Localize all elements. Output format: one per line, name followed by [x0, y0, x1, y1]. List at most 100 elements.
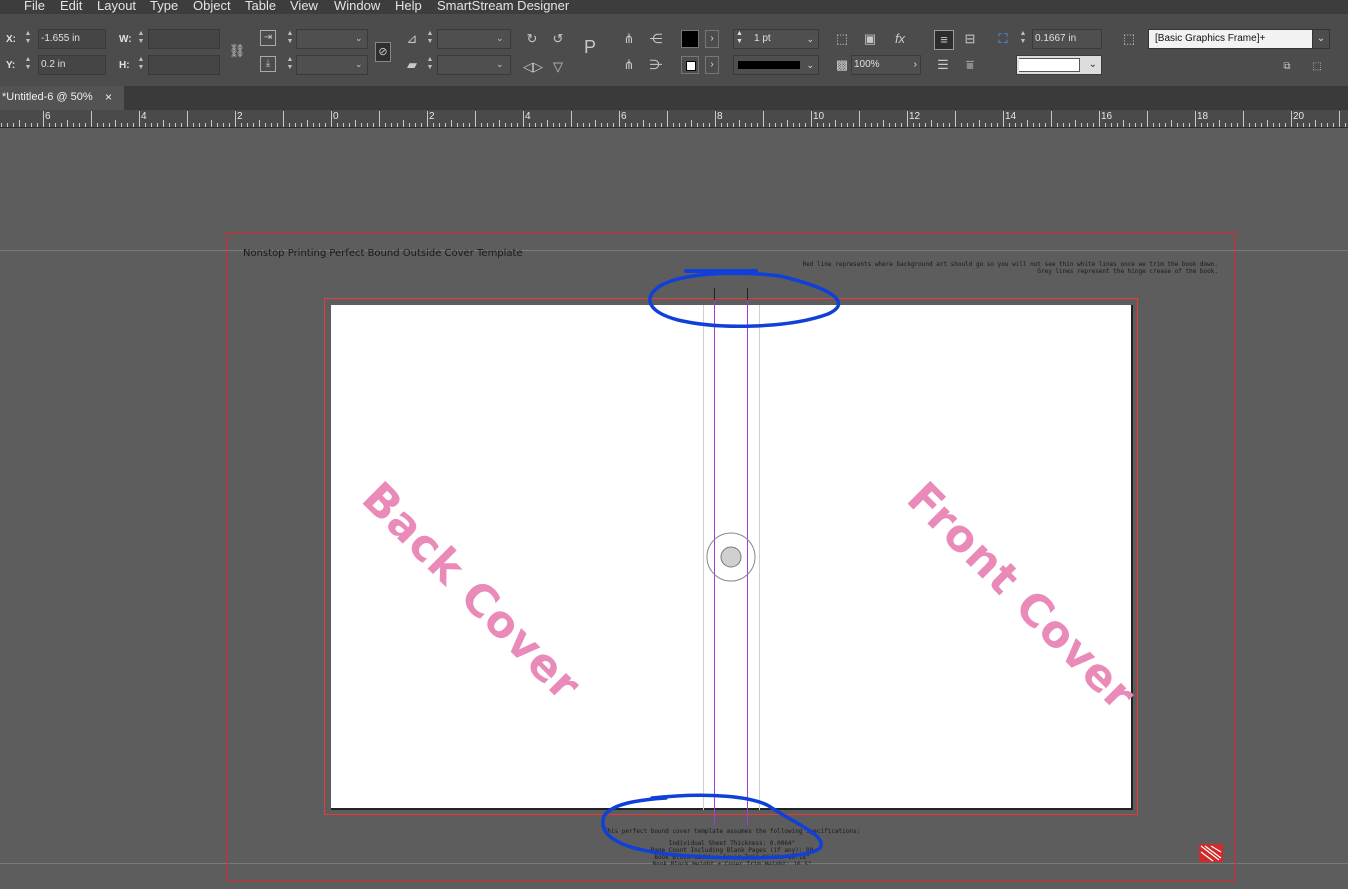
stroke-type-preview	[738, 61, 800, 69]
ruler-tick	[889, 123, 890, 127]
menu-window[interactable]: Window	[334, 0, 380, 13]
menu-file[interactable]: File	[24, 0, 45, 13]
chevron-down-icon[interactable]: ⌄	[496, 33, 504, 44]
menu-object[interactable]: Object	[193, 0, 231, 13]
link-icon[interactable]: ⊘	[375, 42, 391, 62]
ruler-number: 4	[525, 111, 531, 122]
ruler-tick	[787, 120, 788, 127]
stroke-type-dropdown[interactable]: ⌄	[733, 55, 819, 75]
y-field[interactable]: 0.2 in	[38, 55, 106, 75]
ruler-tick	[199, 123, 200, 127]
flip-vertical-icon[interactable]: ▽	[549, 58, 567, 76]
fitting-field[interactable]: 0.1667 in	[1032, 29, 1102, 49]
ruler-tick	[499, 120, 500, 127]
menu-type[interactable]: Type	[150, 0, 178, 13]
menu-smartstream[interactable]: SmartStream Designer	[437, 0, 569, 13]
ruler-tick	[151, 123, 152, 127]
ruler-tick	[493, 123, 494, 127]
w-field[interactable]	[148, 29, 220, 49]
select-previous-icon[interactable]: ⋲	[647, 30, 665, 48]
ruler-tick	[1027, 120, 1028, 127]
wrap-jump-object-icon[interactable]: ⩸	[961, 56, 979, 74]
ruler-tick	[1093, 123, 1094, 127]
ruler-tick	[583, 123, 584, 127]
chevron-down-icon[interactable]: ⌄	[355, 33, 363, 44]
tab-untitled-6[interactable]: *Untitled-6 @ 50% ×	[0, 86, 124, 110]
scale-y-spinner[interactable]: ▲ ▼	[285, 56, 295, 74]
wrap-object-shape-icon[interactable]: ☰	[934, 56, 952, 74]
h-field[interactable]	[148, 55, 220, 75]
opacity-arrow[interactable]: ›	[914, 56, 917, 74]
effects-icon[interactable]: fx	[891, 30, 909, 48]
x-field[interactable]: -1.655 in	[38, 29, 106, 49]
menu-help[interactable]: Help	[395, 0, 422, 13]
ruler-number: 8	[717, 111, 723, 122]
chevron-down-icon[interactable]: ⌄	[1312, 30, 1329, 48]
ruler-tick	[511, 123, 512, 127]
paragraph-icon[interactable]: P	[581, 38, 599, 56]
ruler-tick	[193, 123, 194, 127]
ruler-tick	[697, 123, 698, 127]
w-label: W:	[119, 34, 132, 45]
template-title: Nonstop Printing Perfect Bound Outside C…	[243, 248, 523, 259]
ruler-tick	[1081, 123, 1082, 127]
corner-options-icon[interactable]: ⬚	[833, 30, 851, 48]
shear-spinner[interactable]: ▲ ▼	[425, 56, 435, 74]
menu-edit[interactable]: Edit	[60, 0, 82, 13]
w-spinner[interactable]: ▲ ▼	[136, 30, 146, 48]
flip-horizontal-icon[interactable]: ◁▷	[523, 58, 543, 76]
menu-table[interactable]: Table	[245, 0, 276, 13]
constrain-proportions-icon[interactable]: ⛓	[228, 42, 246, 60]
stroke-swatch[interactable]	[681, 56, 699, 74]
wrap-none-icon[interactable]: ≡	[934, 30, 954, 50]
fill-menu-arrow[interactable]: ›	[705, 30, 719, 48]
rotate-spinner[interactable]: ▲ ▼	[425, 30, 435, 48]
stroke-weight-field[interactable]: ▲ ▼ 1 pt ⌄	[733, 29, 819, 49]
close-icon[interactable]: ×	[105, 86, 112, 108]
rotate-cw-icon[interactable]: ↻	[523, 30, 541, 48]
ruler-number: 2	[429, 111, 435, 122]
drop-shadow-icon[interactable]: ▣	[861, 30, 879, 48]
chevron-down-icon[interactable]: ⌄	[806, 30, 814, 48]
ruler-tick	[457, 123, 458, 127]
chevron-down-icon[interactable]: ⌄	[806, 56, 814, 74]
ruler-tick	[703, 123, 704, 127]
y-label: Y:	[6, 60, 16, 71]
chevron-down-icon[interactable]: ⌄	[1089, 56, 1097, 74]
fitting-frame-icon[interactable]: ⛶	[994, 30, 1012, 48]
x-spinner[interactable]: ▲ ▼	[23, 30, 33, 48]
select-content-icon[interactable]: ⋔	[620, 56, 638, 74]
ruler-tick	[1069, 123, 1070, 127]
wrap-bounding-box-icon[interactable]: ⊟	[961, 30, 979, 48]
ruler-number: 12	[909, 111, 921, 122]
chevron-down-icon[interactable]: ⌄	[355, 59, 363, 70]
fitting-spinner[interactable]: ▲ ▼	[1018, 30, 1028, 48]
ruler-tick	[1243, 111, 1244, 127]
ruler-tick	[13, 123, 14, 127]
rotate-ccw-icon[interactable]: ↺	[549, 30, 567, 48]
menu-view[interactable]: View	[290, 0, 318, 13]
horizontal-ruler[interactable]: 6 4 2 0 2 4 6 8 10 12 14 16 18 20	[0, 110, 1348, 128]
scale-x-spinner[interactable]: ▲ ▼	[285, 30, 295, 48]
h-spinner[interactable]: ▲ ▼	[136, 56, 146, 74]
ruler-tick	[559, 123, 560, 127]
select-next-icon[interactable]: ⋺	[647, 56, 665, 74]
stroke-menu-arrow[interactable]: ›	[705, 56, 719, 74]
reference-point[interactable]	[704, 531, 758, 585]
chevron-down-icon[interactable]: ⌄	[496, 59, 504, 70]
ruler-tick	[1225, 123, 1226, 127]
opacity-field[interactable]: 100% ›	[851, 55, 921, 75]
ruler-tick	[811, 111, 812, 127]
fill-swatch[interactable]	[681, 30, 699, 48]
edit-style-icon[interactable]: ⬚	[1308, 58, 1326, 76]
stroke-style-field[interactable]: ⌄	[1016, 55, 1102, 75]
x-label: X:	[6, 34, 16, 45]
object-style-dropdown[interactable]: [Basic Graphics Frame]+ ⌄	[1148, 29, 1330, 49]
menu-layout[interactable]: Layout	[97, 0, 136, 13]
select-container-icon[interactable]: ⋔	[620, 30, 638, 48]
ruler-tick	[385, 123, 386, 127]
clear-overrides-icon[interactable]: ⧉	[1278, 58, 1296, 76]
y-spinner[interactable]: ▲ ▼	[23, 56, 33, 74]
ruler-tick	[241, 123, 242, 127]
stroke-weight-spinner[interactable]: ▲ ▼	[736, 30, 743, 46]
